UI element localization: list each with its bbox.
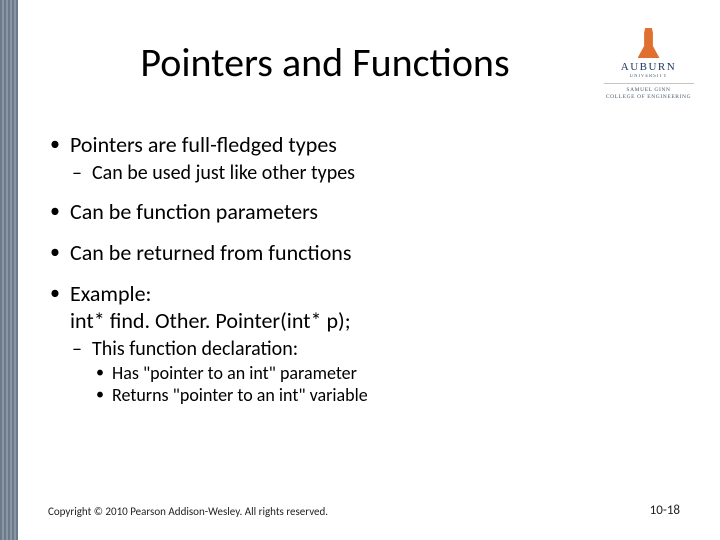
slide: AUBURN UNIVERSITY SAMUEL GINN COLLEGE OF… [0, 0, 720, 540]
bullet-4a: This function declaration: Has "pointer … [70, 337, 680, 407]
slide-title: Pointers and Functions [60, 38, 590, 87]
slide-number: 10-18 [650, 503, 680, 518]
bullet-4: Example: int* find. Other. Pointer(int* … [48, 281, 680, 407]
bullet-4-line2: int* find. Other. Pointer(int* p); [70, 308, 680, 335]
logo-sub: UNIVERSITY [630, 74, 668, 79]
bullet-1a: Can be used just like other types [70, 161, 680, 185]
college-line2: COLLEGE OF ENGINEERING [606, 94, 691, 100]
bullet-1: Pointers are full-fledged types Can be u… [48, 132, 680, 185]
copyright: Copyright © 2010 Pearson Addison-Wesley.… [48, 505, 328, 518]
bullet-3-text: Can be returned from functions [70, 239, 351, 266]
bullet-4-line1: Example: [70, 281, 680, 308]
auburn-logo: AUBURN UNIVERSITY SAMUEL GINN COLLEGE OF… [601, 28, 696, 101]
college-line1: SAMUEL GINN [626, 87, 670, 93]
logo-divider [604, 83, 694, 84]
tower-icon [638, 28, 660, 58]
bullet-4a-i-text: Has "pointer to an int" parameter [112, 362, 357, 384]
slide-content: Pointers are full-fledged types Can be u… [48, 132, 680, 421]
bullet-2: Can be function parameters [48, 199, 680, 226]
side-stripe [0, 0, 18, 540]
logo-name: AUBURN [621, 61, 676, 73]
bullet-1a-text: Can be used just like other types [92, 161, 355, 185]
bullet-2-text: Can be function parameters [70, 198, 318, 225]
bullet-4a-text: This function declaration: [92, 337, 298, 361]
bullet-4a-i: Has "pointer to an int" parameter [92, 363, 680, 385]
bullet-4a-ii: Returns "pointer to an int" variable [92, 385, 680, 407]
bullet-4a-ii-text: Returns "pointer to an int" variable [112, 384, 368, 406]
logo-college: SAMUEL GINN COLLEGE OF ENGINEERING [606, 87, 691, 101]
bullet-1-text: Pointers are full-fledged types [70, 131, 337, 158]
bullet-3: Can be returned from functions [48, 240, 680, 267]
